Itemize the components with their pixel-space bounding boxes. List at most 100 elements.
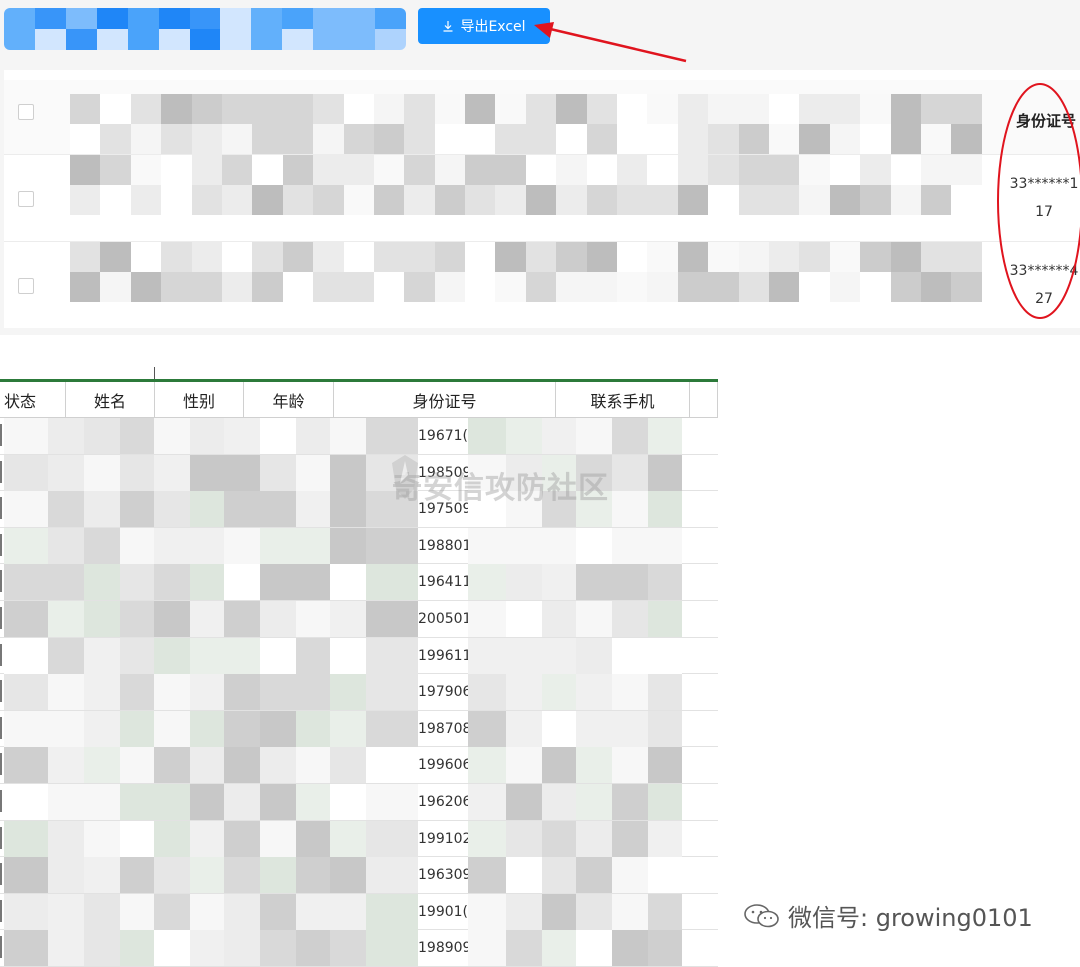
pixel-block — [860, 272, 891, 302]
pixelated-cell — [84, 564, 120, 601]
pixel-block — [525, 272, 557, 302]
pixel-block — [375, 29, 406, 50]
pixel-block — [617, 155, 648, 185]
pixelated-cell — [84, 857, 120, 894]
pixelated-cell — [576, 747, 612, 784]
spreadsheet-row: 19671( — [0, 418, 718, 455]
col-header-phone[interactable]: 联系手机 — [556, 382, 690, 418]
pixel-block — [343, 242, 374, 272]
pixelated-cell — [4, 601, 48, 637]
id-number-fragment[interactable]: 199606 — [418, 757, 468, 773]
pixel-block — [282, 8, 314, 29]
pixelated-cell — [330, 418, 366, 454]
id-column-header: 身份证号 — [1015, 112, 1076, 130]
id-number-fragment[interactable]: 196206 — [418, 794, 468, 810]
pixel-block — [404, 185, 435, 215]
pixel-block — [951, 272, 982, 302]
id-number-fragment[interactable]: 198708 — [418, 721, 468, 737]
pixelated-cell — [4, 674, 48, 711]
spreadsheet-row: 199606 — [0, 747, 718, 784]
pixelated-cell — [296, 710, 330, 747]
select-all-checkbox[interactable] — [18, 104, 34, 120]
col-header-id-number[interactable]: 身份证号 — [334, 382, 556, 418]
id-number-fragment[interactable]: 198909 — [418, 940, 468, 956]
pixelated-cell — [576, 784, 612, 820]
pixelated-cell — [120, 637, 154, 674]
export-excel-button[interactable]: 导出Excel — [418, 8, 550, 44]
id-number-fragment[interactable]: 19671( — [418, 428, 468, 444]
pixelated-cell — [366, 784, 418, 820]
pixelated-cell — [612, 418, 648, 454]
id-cell-line1: 33******1 — [1009, 176, 1079, 192]
pixelated-cell — [296, 564, 330, 601]
wechat-credit: 微信号: growing0101 — [742, 898, 1033, 933]
pixel-block — [586, 124, 618, 154]
spreadsheet-row: 197906 — [0, 674, 718, 711]
pixel-block — [434, 272, 466, 302]
pixelated-cell — [330, 747, 366, 784]
id-number-fragment[interactable]: 200501 — [418, 611, 468, 627]
pixel-block — [252, 242, 283, 272]
pixel-block — [375, 8, 406, 29]
pixel-block — [127, 29, 159, 50]
pixelated-cell — [648, 710, 682, 747]
pixel-block — [556, 155, 587, 185]
id-number-fragment[interactable]: 199102 — [418, 831, 468, 847]
pixelated-cell — [224, 418, 260, 454]
col-header-age[interactable]: 年龄 — [244, 382, 334, 418]
pixel-block — [677, 272, 709, 302]
spreadsheet-row: 198708 — [0, 710, 718, 748]
pixel-block — [220, 8, 252, 29]
pixelated-cell — [190, 674, 224, 711]
pixel-block — [647, 94, 678, 124]
pixelated-cell — [296, 674, 330, 711]
pixel-block — [495, 185, 526, 215]
pixelated-cell — [120, 893, 154, 930]
spreadsheet-row: 200501 — [0, 601, 718, 638]
id-number-fragment[interactable]: 19901( — [418, 904, 468, 920]
col-header-empty[interactable] — [690, 382, 718, 418]
pixel-block — [525, 124, 557, 154]
id-number-fragment[interactable]: 199611 — [418, 648, 468, 664]
row-checkbox[interactable] — [18, 278, 34, 294]
pixelated-cell — [224, 564, 260, 601]
col-header-gender[interactable]: 性别 — [155, 382, 244, 418]
id-number-fragment[interactable]: 197906 — [418, 684, 468, 700]
pixel-block — [343, 185, 374, 215]
pixel-block — [708, 94, 739, 124]
pixel-block — [189, 29, 221, 50]
pixel-block — [251, 29, 283, 50]
pixelated-cell — [48, 930, 84, 967]
pixel-block — [100, 94, 131, 124]
pixelated-cell — [366, 527, 418, 564]
col-header-name[interactable]: 姓名 — [66, 382, 155, 418]
id-number-fragment[interactable]: 196411 — [418, 574, 468, 590]
spreadsheet-row: 196206 — [0, 784, 718, 821]
pixel-block — [65, 8, 97, 29]
id-number-fragment[interactable]: 196309 — [418, 867, 468, 883]
pixel-block — [586, 94, 618, 124]
pixelated-cell — [260, 747, 296, 784]
id-number-fragment[interactable]: 198801 — [418, 538, 468, 554]
wechat-id-text: 微信号: growing0101 — [788, 904, 1033, 932]
spreadsheet-row: 196411 — [0, 564, 718, 601]
pixelated-cell — [542, 527, 576, 564]
pixelated-cell — [506, 601, 542, 637]
spreadsheet-row: 19901( — [0, 893, 718, 931]
pixel-block — [130, 242, 162, 272]
pixel-block — [282, 29, 314, 50]
pixelated-cell — [648, 820, 682, 857]
pixelated-cell — [468, 710, 506, 747]
pixel-block — [221, 272, 253, 302]
row-checkbox[interactable] — [18, 191, 34, 207]
pixelated-cell — [190, 930, 224, 967]
pixelated-cell — [648, 527, 682, 564]
col-header-status[interactable]: 状态 — [0, 382, 66, 418]
pixel-block — [586, 185, 618, 215]
pixel-block — [677, 242, 709, 272]
spreadsheet-body: 19671(198509 197509 198801 196411 200501 1996… — [0, 418, 718, 967]
pixelated-cell — [190, 820, 224, 857]
pixel-block — [920, 242, 952, 272]
pixelated-cell — [120, 747, 154, 784]
pixelated-cell — [48, 454, 84, 491]
